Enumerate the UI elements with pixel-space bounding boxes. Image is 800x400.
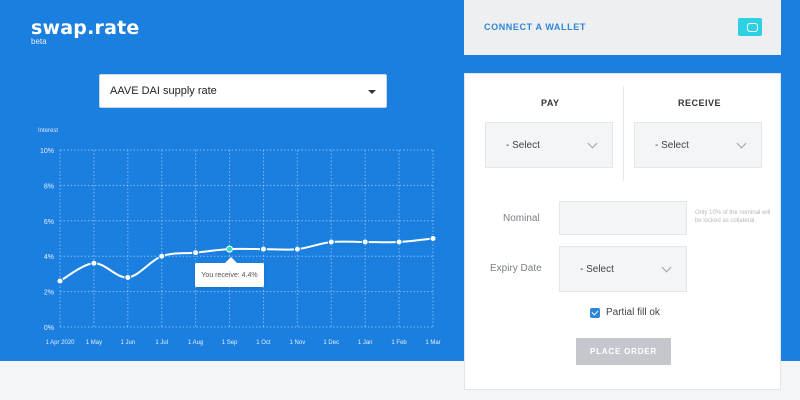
x-tick-label: 1 Jul <box>155 340 168 346</box>
data-point <box>429 235 437 242</box>
caret-down-icon <box>368 90 376 94</box>
data-point <box>361 238 369 246</box>
rate-chart: Interest 0% 2% 4% 6% 8% 10% 1 Apr 2020 1 May 1 J… <box>38 128 441 346</box>
receive-heading: RECEIVE <box>678 98 722 108</box>
y-tick-label: 0% <box>44 325 54 332</box>
checkmark-icon[interactable] <box>590 307 600 318</box>
column-divider <box>623 86 624 181</box>
data-point <box>327 238 335 246</box>
order-form: PAY RECEIVE - Select - Select Nominal On… <box>464 73 781 390</box>
nominal-input[interactable] <box>559 201 687 235</box>
x-tick-label: 1 Feb <box>391 340 407 346</box>
data-point <box>395 238 403 246</box>
app-beta-tag: beta <box>31 37 47 46</box>
receive-select[interactable]: - Select <box>634 122 762 168</box>
x-tick-label: 1 Jun <box>120 340 135 346</box>
chart-tooltip: You receive: 4.4% <box>195 257 264 287</box>
y-tick-label: 6% <box>44 219 54 226</box>
y-tick-label: 8% <box>44 183 54 190</box>
rate-dropdown[interactable]: AAVE DAI supply rate <box>99 74 387 108</box>
pay-heading: PAY <box>541 98 560 108</box>
x-tick-label: 1 Oct <box>256 340 271 346</box>
rate-dropdown-value: AAVE DAI supply rate <box>110 85 217 97</box>
x-tick-label: 1 Mar <box>425 340 440 346</box>
x-tick-label: 1 Sep <box>222 340 238 346</box>
x-tick-label: 1 May <box>86 340 102 346</box>
chevron-down-icon <box>661 262 672 273</box>
expiry-date-select[interactable]: - Select <box>559 246 687 292</box>
partial-fill-label: Partial fill ok <box>606 307 660 318</box>
chart-ylabel: Interest <box>38 128 58 134</box>
data-point <box>259 245 267 253</box>
data-point <box>192 249 200 257</box>
x-tick-label: 1 Aug <box>188 340 203 346</box>
x-tick-label: 1 Apr 2020 <box>45 340 75 346</box>
nominal-label: Nominal <box>503 213 540 224</box>
pay-select-value: - Select <box>506 139 540 151</box>
nominal-note: Only 10% of the nominal will be locked a… <box>695 210 771 224</box>
x-tick-label: 1 Jan <box>358 340 373 346</box>
y-tick-label: 4% <box>44 254 54 261</box>
chart-tooltip-text: You receive: 4.4% <box>201 271 258 279</box>
data-point <box>158 252 166 260</box>
wallet-icon[interactable] <box>738 18 762 36</box>
data-point-highlighted <box>226 245 234 253</box>
data-point <box>124 273 132 281</box>
data-point <box>293 245 301 253</box>
data-point <box>56 277 64 285</box>
y-tick-label: 10% <box>40 148 54 155</box>
connect-wallet-button[interactable]: CONNECT A WALLET <box>464 0 781 55</box>
x-tick-label: 1 Dec <box>323 340 339 346</box>
connect-wallet-label: CONNECT A WALLET <box>484 22 586 32</box>
chevron-down-icon <box>736 138 747 149</box>
data-point <box>90 259 98 267</box>
x-tick-label: 1 Nov <box>290 340 306 346</box>
chevron-down-icon <box>587 138 598 149</box>
place-order-button[interactable]: PLACE ORDER <box>576 338 671 365</box>
pay-select[interactable]: - Select <box>485 122 613 168</box>
app-logo[interactable]: swap.rate <box>31 17 139 39</box>
partial-fill-checkbox[interactable]: Partial fill ok <box>590 307 660 318</box>
expiry-date-select-value: - Select <box>580 263 614 275</box>
expiry-date-label: Expiry Date <box>490 263 542 274</box>
receive-select-value: - Select <box>655 139 689 151</box>
y-tick-label: 2% <box>44 290 54 297</box>
